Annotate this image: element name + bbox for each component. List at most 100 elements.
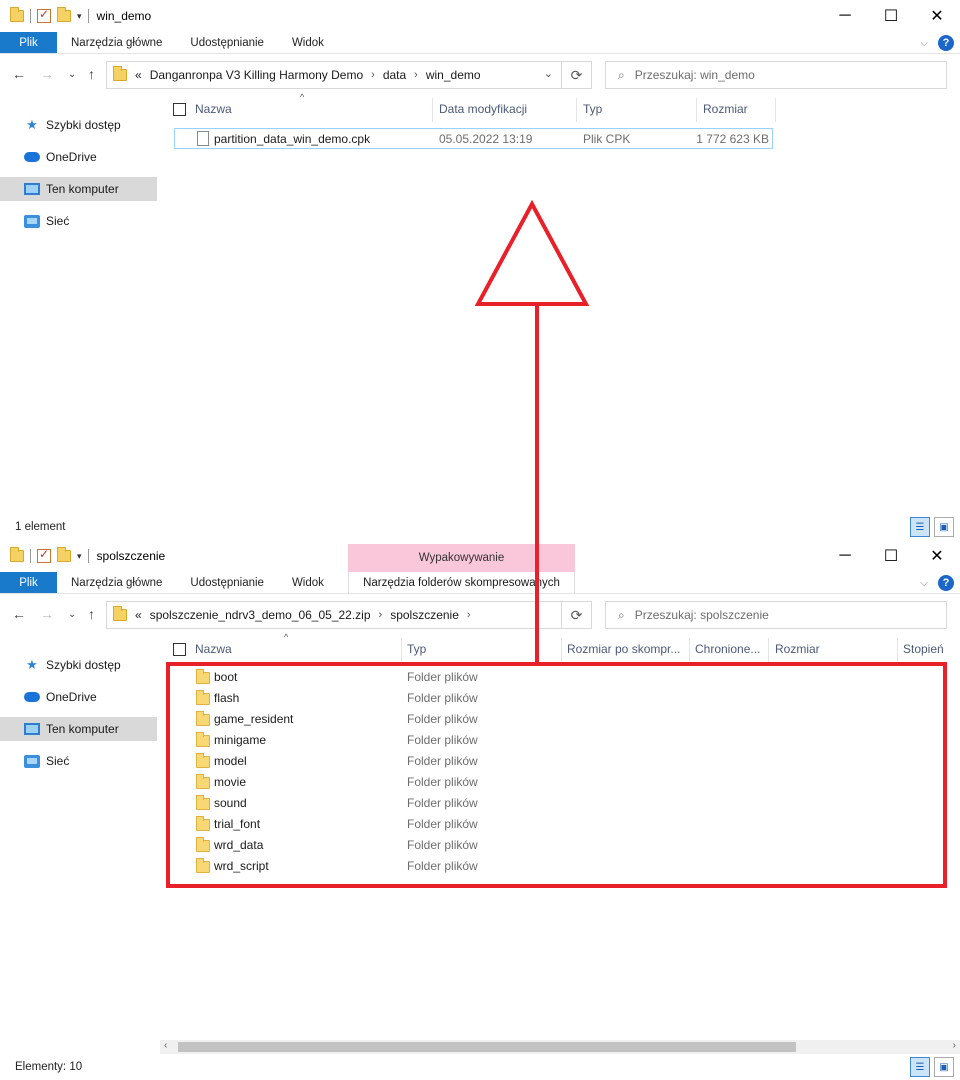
nav-item-quick-access[interactable]: ★ Szybki dostęp [0, 113, 157, 137]
recent-locations-icon[interactable]: ⌄ [68, 609, 76, 620]
nav-item-this-pc[interactable]: Ten komputer [0, 177, 157, 201]
tab-share[interactable]: Udostępnianie [176, 572, 278, 593]
address-bar[interactable]: « Danganronpa V3 Killing Harmony Demo › … [106, 61, 562, 89]
column-divider[interactable] [696, 98, 697, 122]
breadcrumb-item[interactable]: data [383, 68, 406, 82]
chevron-right-icon[interactable]: › [371, 69, 375, 81]
expand-ribbon-icon[interactable]: ⌵ [920, 578, 928, 589]
column-header-type[interactable]: Typ [583, 92, 602, 126]
column-header-compressed-size[interactable]: Rozmiar po skompr... [567, 632, 680, 666]
address-bar[interactable]: « spolszczenie_ndrv3_demo_06_05_22.zip ›… [106, 601, 562, 629]
nav-item-onedrive[interactable]: OneDrive [0, 145, 157, 169]
breadcrumb-item[interactable]: win_demo [426, 68, 481, 82]
column-header-name[interactable]: Nazwa [195, 92, 232, 126]
column-header-ratio[interactable]: Stopień [903, 632, 944, 666]
up-arrow-icon[interactable]: ↑ [88, 66, 95, 82]
folder-row[interactable]: model Folder plików [174, 751, 934, 772]
column-divider[interactable] [775, 98, 776, 122]
properties-icon[interactable] [37, 547, 51, 563]
back-arrow-icon[interactable]: ← [12, 606, 26, 622]
select-all-checkbox[interactable] [173, 643, 186, 656]
column-header-size[interactable]: Rozmiar [703, 92, 748, 126]
column-divider[interactable] [768, 638, 769, 662]
folder-row[interactable]: wrd_data Folder plików [174, 835, 934, 856]
tab-view[interactable]: Widok [278, 572, 338, 593]
folder-row[interactable]: sound Folder plików [174, 793, 934, 814]
refresh-button[interactable]: ⟳ [562, 61, 592, 89]
breadcrumb-overflow[interactable]: « [135, 608, 142, 622]
large-icons-view-icon[interactable]: ▣ [934, 1057, 954, 1077]
chevron-down-icon[interactable]: ⌄ [544, 67, 553, 80]
help-icon[interactable]: ? [938, 575, 954, 591]
column-divider[interactable] [561, 638, 562, 662]
properties-icon[interactable] [37, 7, 51, 23]
nav-item-network[interactable]: Sieć [0, 749, 157, 773]
folder-icon[interactable] [10, 547, 24, 562]
customize-toolbar-icon[interactable]: ▾ [77, 11, 82, 22]
column-header-protected[interactable]: Chronione... [695, 632, 760, 666]
large-icons-view-icon[interactable]: ▣ [934, 517, 954, 537]
tab-home[interactable]: Narzędzia główne [57, 32, 176, 53]
column-header-name[interactable]: Nazwa [195, 632, 232, 666]
nav-item-this-pc[interactable]: Ten komputer [0, 717, 157, 741]
folder-row[interactable]: trial_font Folder plików [174, 814, 934, 835]
folder-row[interactable]: minigame Folder plików [174, 730, 934, 751]
tab-plik[interactable]: Plik [0, 572, 57, 593]
scrollbar-thumb[interactable] [178, 1042, 796, 1052]
back-arrow-icon[interactable]: ← [12, 66, 26, 82]
column-header-type[interactable]: Typ [407, 632, 426, 666]
search-input[interactable]: ⌕ Przeszukaj: win_demo [605, 61, 947, 89]
breadcrumb-item[interactable]: Danganronpa V3 Killing Harmony Demo [150, 68, 363, 82]
folder-icon[interactable] [10, 7, 24, 22]
up-arrow-icon[interactable]: ↑ [88, 606, 95, 622]
recent-locations-icon[interactable]: ⌄ [68, 69, 76, 80]
folder-row[interactable]: flash Folder plików [174, 688, 934, 709]
details-view-icon[interactable]: ☰ [910, 517, 930, 537]
scroll-left-icon[interactable]: ‹ [164, 1040, 167, 1051]
select-all-checkbox[interactable] [173, 103, 186, 116]
chevron-right-icon[interactable]: › [379, 609, 383, 621]
folder-row[interactable]: movie Folder plików [174, 772, 934, 793]
folder-row[interactable]: wrd_script Folder plików [174, 856, 934, 877]
scroll-right-icon[interactable]: › [953, 1040, 956, 1051]
column-divider[interactable] [897, 638, 898, 662]
folder-row[interactable]: boot Folder plików [174, 667, 934, 688]
column-header-date[interactable]: Data modyfikacji [439, 92, 527, 126]
help-icon[interactable]: ? [938, 35, 954, 51]
tab-view[interactable]: Widok [278, 32, 338, 53]
close-button[interactable]: ✕ [914, 540, 960, 572]
tab-plik[interactable]: Plik [0, 32, 57, 53]
tab-compressed-folder-tools[interactable]: Narzędzia folderów skompresowanych [348, 572, 575, 594]
customize-toolbar-icon[interactable]: ▾ [77, 551, 82, 562]
breadcrumb-item[interactable]: spolszczenie_ndrv3_demo_06_05_22.zip [150, 608, 371, 622]
breadcrumb-item[interactable]: spolszczenie [390, 608, 459, 622]
new-folder-icon[interactable] [57, 547, 71, 562]
tab-home[interactable]: Narzędzia główne [57, 572, 176, 593]
forward-arrow-icon[interactable]: → [40, 66, 54, 82]
column-divider[interactable] [689, 638, 690, 662]
minimize-button[interactable]: ─ [822, 540, 868, 572]
horizontal-scrollbar[interactable]: ‹ › [160, 1040, 960, 1054]
folder-row[interactable]: game_resident Folder plików [174, 709, 934, 730]
minimize-button[interactable]: ─ [822, 0, 868, 32]
maximize-button[interactable]: ☐ [868, 0, 914, 32]
tab-share[interactable]: Udostępnianie [176, 32, 278, 53]
search-input[interactable]: ⌕ Przeszukaj: spolszczenie [605, 601, 947, 629]
new-folder-icon[interactable] [57, 7, 71, 22]
column-divider[interactable] [576, 98, 577, 122]
details-view-icon[interactable]: ☰ [910, 1057, 930, 1077]
refresh-button[interactable]: ⟳ [562, 601, 592, 629]
chevron-right-icon[interactable]: › [414, 69, 418, 81]
file-row[interactable]: partition_data_win_demo.cpk 05.05.2022 1… [174, 128, 773, 149]
column-divider[interactable] [401, 638, 402, 662]
nav-item-onedrive[interactable]: OneDrive [0, 685, 157, 709]
chevron-right-icon[interactable]: › [467, 609, 471, 621]
column-divider[interactable] [432, 98, 433, 122]
expand-ribbon-icon[interactable]: ⌵ [920, 38, 928, 49]
nav-item-quick-access[interactable]: ★ Szybki dostęp [0, 653, 157, 677]
nav-item-network[interactable]: Sieć [0, 209, 157, 233]
close-button[interactable]: ✕ [914, 0, 960, 32]
breadcrumb-overflow[interactable]: « [135, 68, 142, 82]
column-header-size[interactable]: Rozmiar [775, 632, 820, 666]
maximize-button[interactable]: ☐ [868, 540, 914, 572]
